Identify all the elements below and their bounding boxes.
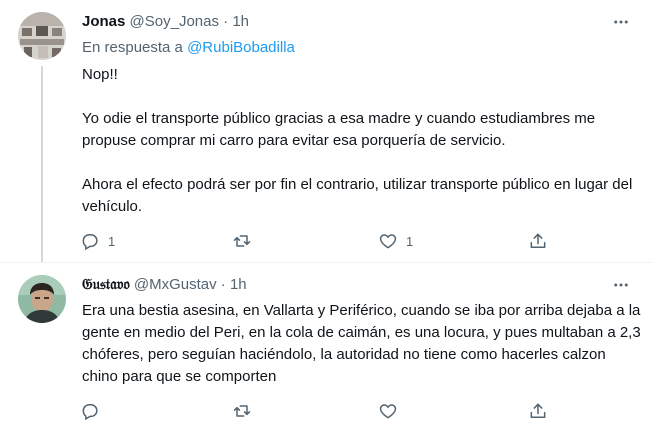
timestamp[interactable]: 1h bbox=[232, 13, 249, 30]
like-count: 1 bbox=[406, 233, 414, 249]
tweet-text: Nop!! Yo odie el transporte público grac… bbox=[82, 66, 633, 215]
more-icon[interactable] bbox=[611, 12, 631, 32]
display-name[interactable]: Jonas bbox=[82, 13, 125, 30]
tweet-text: Era una bestia asesina, en Vallarta y Pe… bbox=[82, 302, 641, 385]
reply-prefix: En respuesta a bbox=[82, 39, 183, 56]
tweet-gustavo[interactable]: 𝔊𝔲𝔰𝔱𝔞𝔳𝔬 @MxGustav · 1h Era una bestia as… bbox=[0, 263, 653, 427]
thread-line bbox=[41, 66, 43, 263]
timestamp[interactable]: 1h bbox=[230, 276, 247, 293]
reply-icon bbox=[82, 404, 98, 421]
retweet-icon bbox=[233, 235, 251, 247]
more-icon[interactable] bbox=[611, 275, 631, 295]
avatar[interactable] bbox=[18, 12, 66, 60]
action-bar bbox=[80, 399, 550, 423]
reply-count: 1 bbox=[108, 233, 116, 249]
retweet-button[interactable] bbox=[232, 229, 260, 253]
handle[interactable]: @MxGustav bbox=[134, 276, 217, 293]
display-name[interactable]: 𝔊𝔲𝔰𝔱𝔞𝔳𝔬 bbox=[82, 276, 130, 293]
reply-context: En respuesta a @RubiBobadilla bbox=[82, 38, 295, 58]
avatar-image bbox=[18, 12, 66, 60]
tweet-header: Jonas @Soy_Jonas · 1h bbox=[82, 12, 249, 32]
like-icon bbox=[379, 404, 397, 419]
retweet-button[interactable] bbox=[232, 399, 260, 423]
avatar[interactable] bbox=[18, 275, 66, 323]
separator: · bbox=[220, 276, 226, 293]
reply-handle-link[interactable]: @RubiBobadilla bbox=[187, 39, 295, 56]
separator: · bbox=[223, 13, 229, 30]
share-button[interactable] bbox=[528, 229, 548, 253]
avatar-image bbox=[18, 275, 66, 323]
tweet-jonas[interactable]: Jonas @Soy_Jonas · 1h En respuesta a @Ru… bbox=[0, 0, 653, 263]
share-button[interactable] bbox=[528, 399, 548, 423]
reply-icon bbox=[82, 234, 98, 251]
share-icon bbox=[530, 403, 546, 418]
like-button[interactable] bbox=[378, 399, 406, 423]
tweet-header: 𝔊𝔲𝔰𝔱𝔞𝔳𝔬 @MxGustav · 1h bbox=[82, 275, 247, 295]
retweet-icon bbox=[233, 405, 251, 417]
like-icon bbox=[379, 234, 397, 249]
action-bar: 1 1 bbox=[80, 229, 550, 253]
reply-button[interactable]: 1 bbox=[80, 229, 115, 253]
handle[interactable]: @Soy_Jonas bbox=[130, 13, 219, 30]
like-button[interactable]: 1 bbox=[378, 229, 413, 253]
reply-button[interactable] bbox=[80, 399, 108, 423]
share-icon bbox=[530, 233, 546, 248]
